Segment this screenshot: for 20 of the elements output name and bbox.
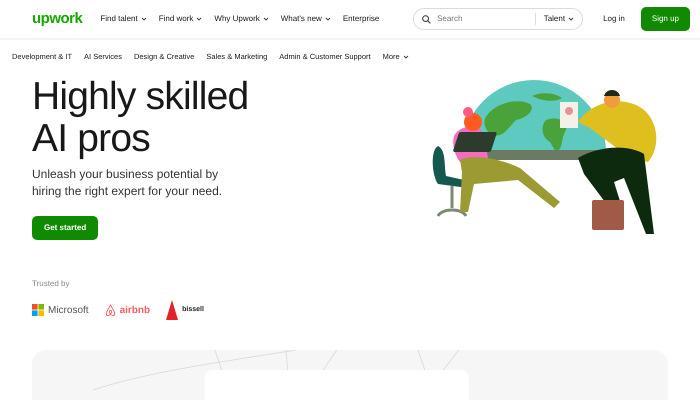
brand-logo-text: airbnb (120, 304, 150, 318)
nav-link[interactable]: Enterprise (342, 13, 380, 25)
brand-logo-text: Microsoft (48, 304, 89, 318)
nav-link[interactable]: Find work (158, 13, 202, 25)
nav-link[interactable]: Why Upwork (214, 13, 269, 25)
nav-link[interactable]: Find talent (100, 13, 147, 25)
get-started-button[interactable]: Get started (32, 216, 98, 240)
hero-subtitle: Unleash your business potential by hiring the right expert for your need. (32, 166, 224, 200)
search-icon (422, 14, 432, 24)
caret-icon (568, 17, 574, 21)
search-field[interactable]: Search Talent (413, 8, 584, 30)
hero-title: Highly skilled AI pros (32, 76, 250, 160)
signup-button[interactable]: Sign up (640, 7, 690, 31)
triangle-icon (166, 300, 178, 320)
scope-dropdown[interactable]: Talent (534, 13, 574, 25)
four-squares-icon (32, 304, 44, 316)
trusted-label: Trusted by (32, 278, 70, 290)
nav-link[interactable]: What's new (280, 13, 331, 25)
login-link[interactable]: Log in (597, 12, 631, 26)
loop-icon (104, 304, 116, 317)
